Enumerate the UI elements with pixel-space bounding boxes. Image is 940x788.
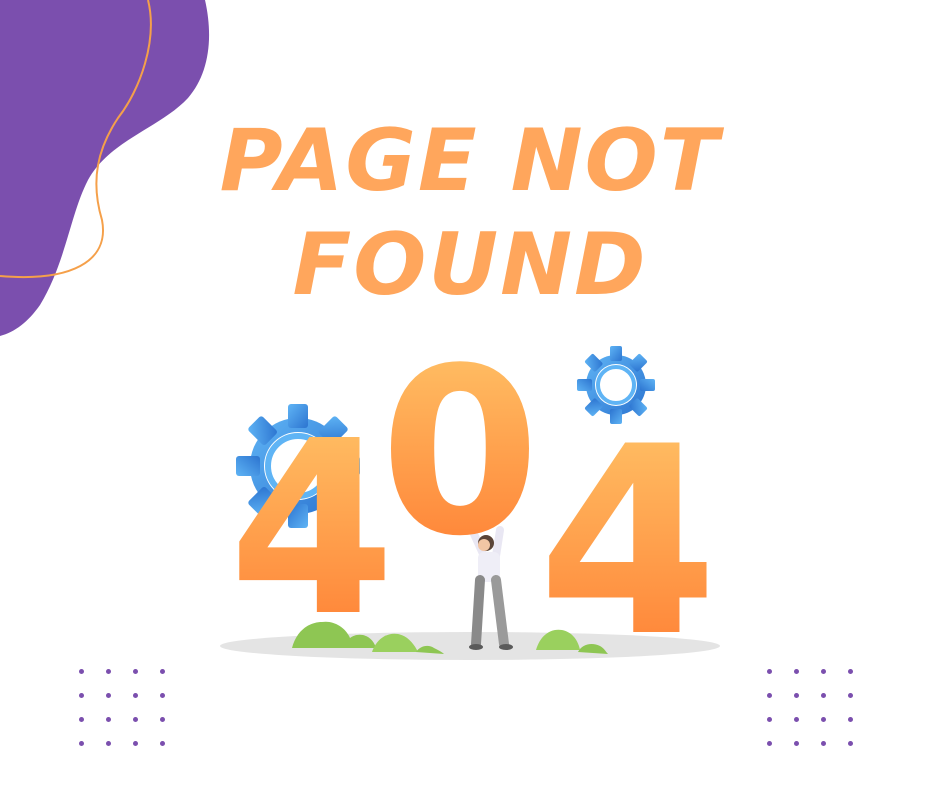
error-digit-middle: 0 bbox=[380, 320, 540, 587]
decorative-dots-left bbox=[79, 669, 165, 746]
error-digit-left: 4 bbox=[229, 389, 396, 669]
decorative-dots-right bbox=[767, 669, 853, 746]
error-digit-right: 4 bbox=[538, 392, 719, 694]
